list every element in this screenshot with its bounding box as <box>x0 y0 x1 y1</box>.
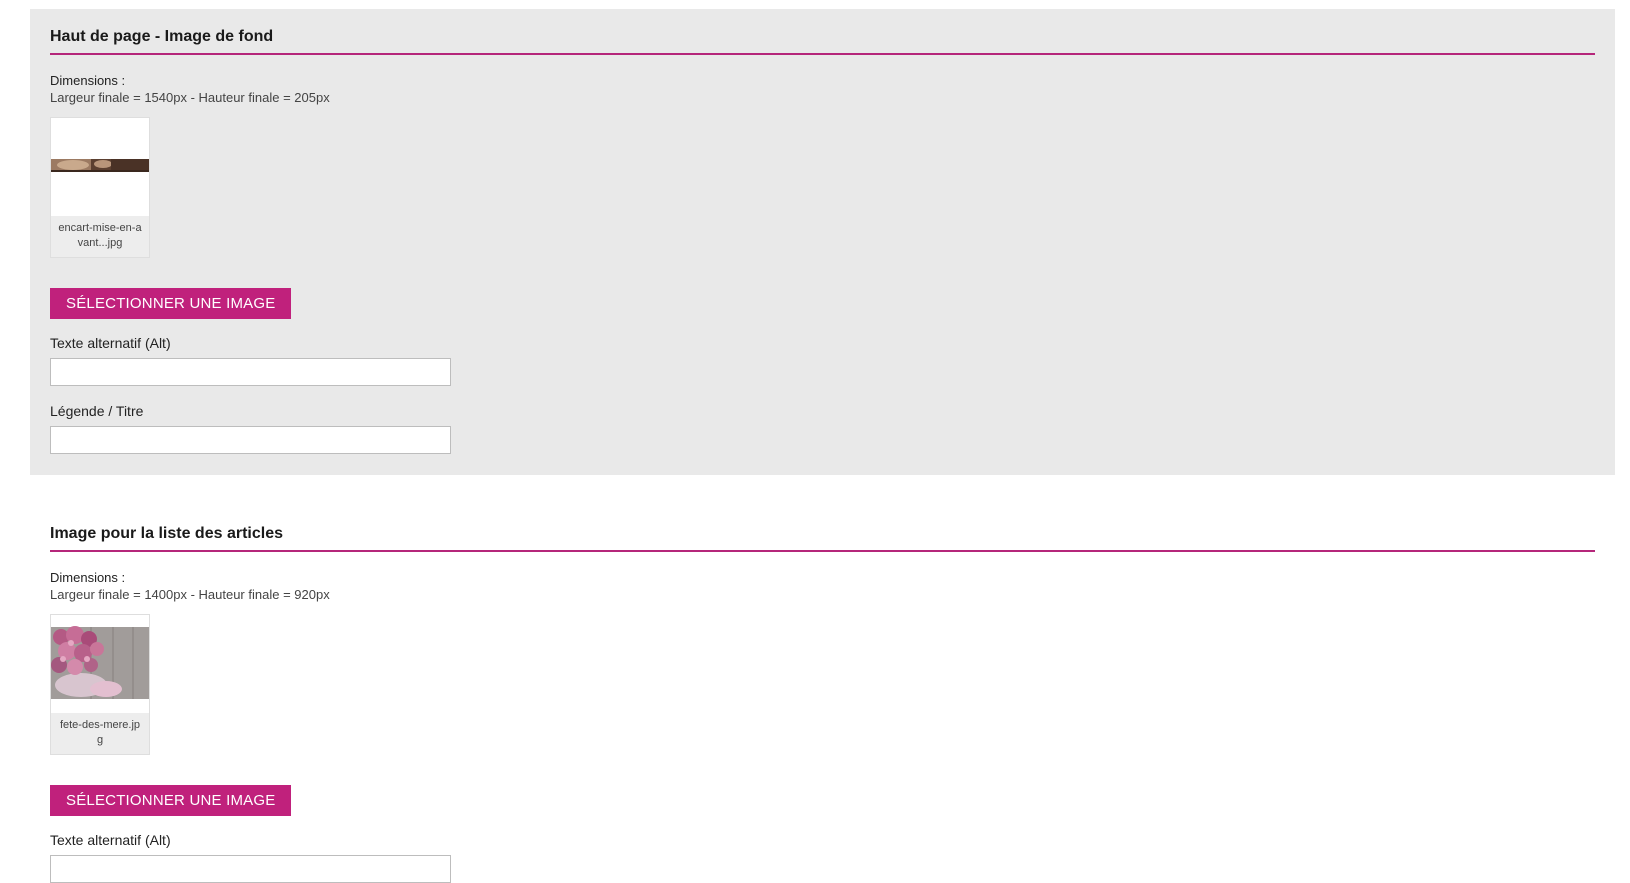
thumbnail-filename: encart-mise-en-avant...jpg <box>58 222 142 249</box>
dimensions-value: Largeur finale = 1540px - Hauteur finale… <box>50 90 330 105</box>
header-image-section: Haut de page - Image de fond Dimensions … <box>30 9 1615 475</box>
thumbnail-filename: fete-des-mere.jpg <box>59 719 141 746</box>
section-title: Haut de page - Image de fond <box>50 27 1595 55</box>
dimensions-info: Dimensions : Largeur finale = 1400px - H… <box>50 569 1595 603</box>
select-image-button[interactable]: SÉLECTIONNER UNE IMAGE <box>50 785 292 816</box>
pink-roses-on-wood-image <box>51 615 149 713</box>
dimensions-info: Dimensions : Largeur finale = 1540px - H… <box>50 72 1595 106</box>
section-title: Image pour la liste des articles <box>50 524 1595 552</box>
legend-title-label: Légende / Titre <box>50 403 144 419</box>
alt-text-label: Texte alternatif (Alt) <box>50 832 171 848</box>
dimensions-value: Largeur finale = 1400px - Hauteur finale… <box>50 587 330 602</box>
roses-graphic <box>51 626 149 699</box>
legend-title-input[interactable] <box>50 426 451 454</box>
banner-strip-image <box>51 118 149 216</box>
banner-strip-graphic <box>51 159 149 172</box>
dimensions-label: Dimensions : <box>50 73 126 88</box>
alt-text-input[interactable] <box>50 855 451 883</box>
alt-text-input[interactable] <box>50 358 451 386</box>
alt-text-label: Texte alternatif (Alt) <box>50 335 171 351</box>
image-thumbnail[interactable]: fete-des-mere.jpg <box>50 614 150 755</box>
image-thumbnail[interactable]: encart-mise-en-avant...jpg <box>50 117 150 258</box>
article-list-image-section: Image pour la liste des articles Dimensi… <box>30 506 1615 883</box>
select-image-button[interactable]: SÉLECTIONNER UNE IMAGE <box>50 288 292 319</box>
dimensions-label: Dimensions : <box>50 570 126 585</box>
